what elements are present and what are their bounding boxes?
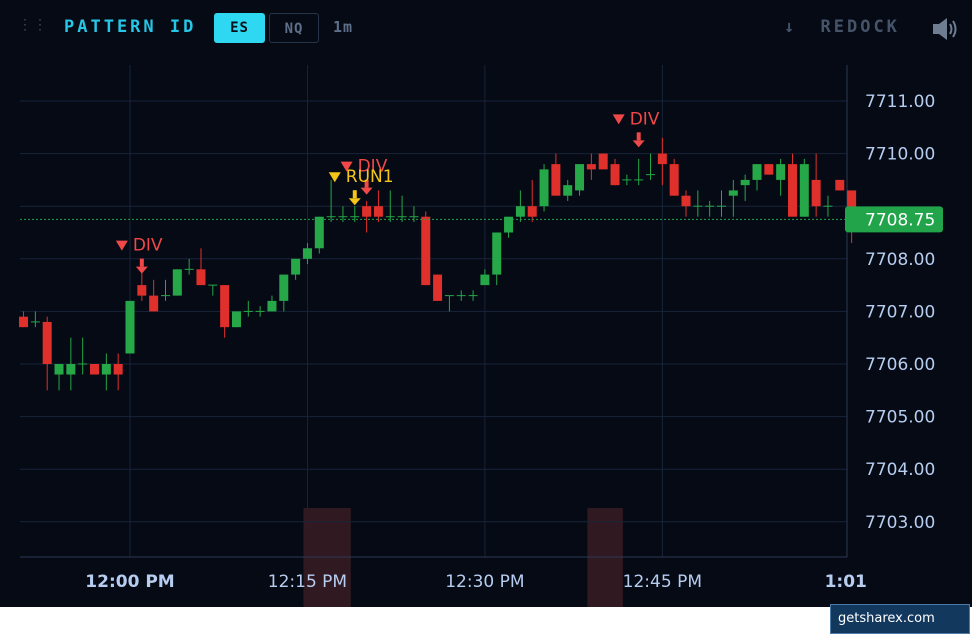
candle-body (586, 164, 596, 170)
interval-selector[interactable]: 1m (333, 18, 353, 36)
y-tick-label: 7710.00 (865, 145, 935, 165)
candle-body (764, 164, 774, 175)
redock-label: REDOCK (820, 17, 900, 37)
redock-button[interactable]: ↓ REDOCK (784, 17, 900, 37)
candle-body (515, 206, 525, 217)
candle-body (610, 164, 620, 186)
drag-handle-icon[interactable]: ⋮⋮ (18, 17, 48, 33)
candle-body (740, 179, 750, 186)
candle-body (302, 248, 312, 259)
candle-body (172, 269, 182, 296)
candle-body (101, 364, 111, 375)
signal-triangle-icon (328, 172, 341, 183)
symbol-tab-nq[interactable]: NQ (269, 13, 319, 43)
candle-body (113, 364, 123, 375)
sharex-watermark: getsharex.com (830, 604, 970, 634)
candle-body (66, 364, 76, 375)
candle-body (314, 216, 324, 249)
candle-body (291, 258, 301, 275)
last-price-label: 7708.75 (865, 210, 935, 230)
signal-label: DIV (133, 236, 163, 256)
pattern-id-window: ⋮⋮ PATTERN ID ES NQ 1m ↓ REDOCK DIV DIV RU… (0, 0, 972, 607)
candle-body (362, 206, 372, 217)
signal-label: RUN1 (346, 167, 394, 187)
toolbar: ⋮⋮ PATTERN ID ES NQ 1m ↓ REDOCK (0, 0, 972, 56)
symbol-tab-es[interactable]: ES (214, 13, 265, 43)
candle-body (373, 206, 383, 217)
candle-body (669, 164, 679, 196)
candle-body (681, 195, 691, 207)
candle-body (539, 169, 549, 207)
candle-body (728, 190, 738, 196)
signal-arrow-shaft (352, 190, 357, 199)
candle-body (787, 164, 797, 217)
candle-body (267, 300, 277, 312)
signal-arrow-shaft (636, 132, 641, 141)
signal-arrow-icon (135, 266, 148, 274)
candle-body (137, 285, 147, 296)
speaker-icon[interactable] (932, 16, 960, 42)
x-tick-label: 12:15 PM (268, 572, 347, 592)
candle-body (421, 216, 431, 286)
candle-body (19, 316, 29, 328)
y-tick-label: 7705.00 (865, 408, 935, 428)
candle-body (657, 153, 667, 165)
x-tick-label: 1:01 (825, 572, 867, 592)
y-tick-label: 7711.00 (865, 92, 935, 112)
x-tick-label: 12:30 PM (445, 572, 524, 592)
candle-body (231, 311, 241, 328)
price-chart[interactable]: DIVDIVRUN1DIV 7711.007710.007708.007707.… (0, 56, 972, 607)
arrow-down-icon: ↓ (784, 17, 798, 37)
candle-body (575, 164, 585, 191)
signal-arrow-icon (348, 198, 361, 206)
candle-body (42, 321, 52, 364)
candle-body (480, 274, 490, 286)
x-tick-label: 12:00 PM (85, 572, 174, 592)
candle-body (125, 300, 135, 354)
x-tick-label: 12:45 PM (623, 572, 702, 592)
candle-body (196, 269, 206, 286)
signal-arrow-icon (632, 140, 645, 148)
candle-body (433, 274, 443, 301)
candle-body (220, 285, 230, 328)
signal-label: DIV (630, 109, 660, 129)
candle-body (279, 274, 289, 301)
y-tick-label: 7707.00 (865, 302, 935, 322)
panel-title: PATTERN ID (64, 17, 197, 37)
candle-body (551, 164, 561, 196)
signal-arrow-icon (360, 187, 373, 195)
candle-body (776, 164, 786, 180)
y-tick-label: 7708.00 (865, 250, 935, 270)
signal-triangle-icon (612, 114, 625, 125)
candle-body (799, 164, 809, 217)
candle-body (563, 185, 573, 196)
y-tick-label: 7703.00 (865, 513, 935, 533)
candle-body (492, 232, 502, 275)
signal-triangle-icon (115, 240, 128, 251)
candle-body (149, 295, 159, 312)
candle-body (835, 179, 845, 191)
candle-body (90, 364, 100, 375)
candle-body (752, 164, 762, 180)
candle-body (811, 179, 821, 207)
candle-body (54, 364, 64, 375)
candle-body (598, 153, 608, 170)
y-tick-label: 7706.00 (865, 355, 935, 375)
candle-body (527, 206, 537, 217)
y-tick-label: 7704.00 (865, 460, 935, 480)
signal-arrow-shaft (139, 258, 144, 267)
